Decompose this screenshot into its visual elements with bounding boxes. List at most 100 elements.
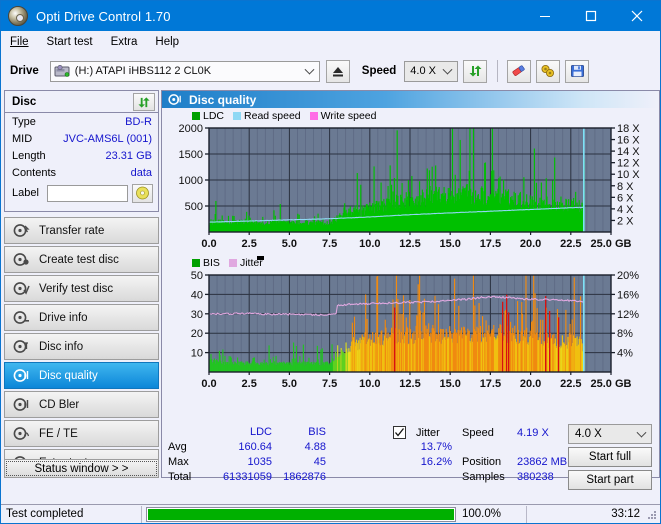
drive-select[interactable]: (H:) ATAPI iHBS112 2 CL0K [49, 60, 320, 82]
eject-button[interactable] [325, 59, 350, 83]
svg-text:17.5: 17.5 [480, 238, 501, 250]
disc-refresh-button[interactable] [133, 93, 155, 111]
sidebar-item-create-test-disc[interactable]: Create test disc [4, 246, 159, 273]
sidebar-item-drive-info[interactable]: Drive info [4, 304, 159, 331]
minimize-button[interactable] [522, 1, 568, 31]
stats-ldc-avg: 160.64 [238, 441, 272, 453]
disc-row-length: Length 23.31 GB [5, 147, 158, 164]
menu-item-file[interactable]: File [10, 34, 38, 50]
svg-text:17.5: 17.5 [480, 378, 501, 390]
stats-panel: LDC BIS Avg Max Total 160.64 1035 613310… [162, 424, 659, 490]
stats-bis-total: 1862876 [283, 471, 326, 483]
start-full-button[interactable]: Start full [568, 447, 652, 467]
status-divider [526, 505, 527, 523]
stats-bis-avg: 4.88 [304, 441, 326, 453]
status-window-button[interactable]: Status window > > [4, 459, 159, 478]
disc-label-button[interactable] [131, 183, 153, 203]
disc-write-icon [13, 252, 30, 267]
svg-text:500: 500 [185, 201, 203, 213]
disc-speed-icon [13, 223, 30, 238]
sidebar-item-cd-bler[interactable]: CD Bler [4, 391, 159, 418]
speed-select[interactable]: 4.0 X [404, 60, 459, 82]
disc-label-label: Label [12, 187, 39, 199]
progress-bar-fill [148, 508, 454, 520]
svg-text:0.0: 0.0 [201, 378, 216, 390]
disc-row-mid: MID JVC-AMS6L (001) [5, 130, 158, 147]
svg-text:2.5: 2.5 [242, 378, 257, 390]
disc-info-icon [13, 339, 30, 354]
speed-stat-label: Speed [462, 427, 494, 439]
title-bar: Opti Drive Control 1.70 [1, 1, 660, 31]
menu-item-start-test[interactable]: Start test [47, 34, 102, 50]
svg-text:20%: 20% [617, 270, 639, 282]
tools-button[interactable] [536, 59, 561, 83]
sidebar-item-label: Create test disc [39, 253, 119, 266]
menu-item-help[interactable]: Help [155, 34, 188, 50]
disc-quality-icon [13, 368, 30, 383]
disc-panel-header: Disc [5, 91, 158, 113]
status-divider [141, 505, 142, 523]
disc-panel-title: Disc [12, 95, 37, 108]
svg-text:6 X: 6 X [617, 192, 634, 204]
menu-start-test-label: Start test [46, 36, 93, 48]
main-body: Disc Type BD-R MID JVC-AMS6L (001) Lengt… [1, 89, 660, 503]
legend-entry-write-speed: Write speed [309, 109, 377, 122]
close-button[interactable] [614, 1, 660, 31]
menu-item-extra[interactable]: Extra [111, 34, 147, 50]
disc-row-type: Type BD-R [5, 113, 158, 130]
jitter-checkbox[interactable] [393, 426, 406, 439]
legend-label-ldc: LDC [203, 109, 225, 122]
svg-text:18 X: 18 X [617, 123, 640, 135]
legend-swatch-jitter [228, 258, 237, 267]
stats-header-ldc: LDC [249, 426, 272, 438]
svg-text:50: 50 [191, 270, 203, 282]
legend-label-read-speed: Read speed [244, 109, 301, 122]
position-stat-label: Position [462, 456, 502, 468]
start-full-label: Start full [588, 451, 632, 463]
resize-grip[interactable] [646, 509, 658, 521]
refresh-button[interactable] [463, 59, 488, 83]
window-title: Opti Drive Control 1.70 [36, 8, 171, 24]
menu-extra-label: Extra [110, 36, 138, 48]
stats-jitter-max: 16.2% [420, 456, 452, 468]
svg-text:12.5: 12.5 [399, 378, 420, 390]
start-part-button[interactable]: Start part [568, 470, 652, 490]
stats-jitter-avg: 13.7% [420, 441, 452, 453]
legend-label-write-speed: Write speed [320, 109, 377, 122]
sidebar-item-label: CD Bler [39, 398, 80, 411]
disc-bler-icon [13, 397, 30, 412]
progress-bar [146, 506, 456, 522]
maximize-button[interactable] [568, 1, 614, 31]
test-speed-select[interactable]: 4.0 X [568, 424, 652, 444]
svg-text:30: 30 [191, 309, 203, 321]
legend-swatch-read-speed [233, 111, 242, 120]
speed-label: Speed [361, 65, 397, 77]
chevron-down-icon [442, 64, 453, 75]
legend-swatch-ldc [192, 111, 200, 120]
disc-length-label: Length [12, 149, 46, 162]
sidebar-item-disc-quality[interactable]: Disc quality [4, 362, 159, 389]
disc-label-row: Label [5, 181, 158, 203]
svg-text:15.0: 15.0 [439, 378, 460, 390]
sidebar-item-transfer-rate[interactable]: Transfer rate [4, 217, 159, 244]
chevron-down-icon [304, 64, 315, 75]
drive-value: (H:) ATAPI iHBS112 2 CL0K [74, 65, 212, 77]
chart1-legend: LDC Read speed Write speed [162, 109, 659, 122]
nav-list: Transfer rate Create test disc Verify te… [4, 217, 159, 476]
sidebar-item-fe-te[interactable]: FE / TE [4, 420, 159, 447]
disc-label-input[interactable] [46, 184, 128, 202]
sidebar-item-verify-test-disc[interactable]: Verify test disc [4, 275, 159, 302]
sidebar-item-disc-info[interactable]: Disc info [4, 333, 159, 360]
save-button[interactable] [565, 59, 590, 83]
erase-button[interactable] [507, 59, 532, 83]
svg-text:40: 40 [191, 289, 203, 301]
svg-text:16%: 16% [617, 289, 639, 301]
status-text: Test completed [6, 508, 84, 520]
legend-entry-read-speed: Read speed [233, 110, 301, 122]
sidebar-item-label: Disc info [39, 340, 84, 353]
disc-contents-label: Contents [12, 166, 57, 179]
speed-value: 4.0 X [410, 65, 436, 77]
svg-text:20: 20 [191, 328, 203, 340]
sidebar-item-label: Verify test disc [39, 282, 114, 295]
chevron-down-icon [636, 427, 647, 438]
